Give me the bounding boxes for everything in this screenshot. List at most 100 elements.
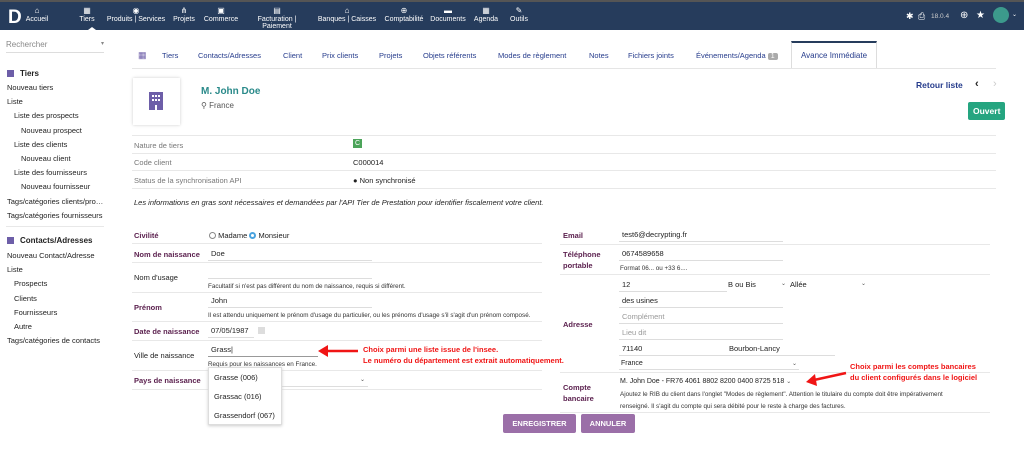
app-logo[interactable]: D — [8, 7, 22, 29]
menu-outils[interactable]: ✎ Outils — [507, 5, 531, 23]
tab-modes-de-r-glement[interactable]: Modes de règlement — [498, 51, 566, 60]
sidebar-item[interactable]: Nouveau client — [21, 154, 107, 163]
nom-naissance-label: Nom de naissance — [134, 250, 200, 259]
nom-naissance-input[interactable]: Doe — [208, 249, 372, 261]
radio-monsieur[interactable] — [249, 232, 257, 239]
country-select[interactable]: France ⌄ — [619, 360, 799, 370]
sidebar-item[interactable]: Nouveau prospect — [21, 126, 107, 135]
tab-label: Contacts/Adresses — [198, 51, 261, 60]
tab-avance-imm-diate[interactable]: Avance Immédiate — [791, 41, 877, 69]
menu-facturation-paiement[interactable]: ▤ Facturation | Paiement — [243, 5, 311, 30]
contact-card-icon — [7, 237, 14, 244]
sidebar-item[interactable]: Autre — [14, 322, 114, 331]
ville-option[interactable]: Grassac (016) — [209, 387, 281, 406]
menu-banques-caisses[interactable]: ⌂ Banques | Caisses — [316, 5, 378, 23]
email-label: Email — [563, 231, 584, 240]
previous-icon[interactable]: ‹ — [975, 78, 979, 90]
nom-usage-input[interactable] — [208, 268, 372, 279]
menu-accueil[interactable]: ⌂ Accueil — [24, 5, 50, 23]
annotation-text: du client configurés dans le logiciel — [850, 373, 978, 382]
menu-documents[interactable]: ▬ Documents — [428, 5, 468, 23]
sidebar-section-tiers[interactable]: Tiers — [7, 69, 107, 78]
chevron-down-icon[interactable]: ⌄ — [1012, 11, 1017, 18]
menu-projets[interactable]: ⋔ Projets — [172, 5, 196, 23]
tab-label: Notes — [589, 51, 609, 60]
lieudit-input[interactable]: Lieu dit — [619, 328, 783, 340]
sidebar-item[interactable]: Fournisseurs — [14, 308, 114, 317]
tel-input[interactable]: 0674589658 — [619, 249, 783, 261]
civilite-label: Civilité — [134, 231, 159, 240]
tab-label: Prix clients — [322, 51, 359, 60]
ville-option[interactable]: Grassendorf (067) — [209, 406, 281, 425]
avatar[interactable] — [993, 7, 1009, 23]
star-icon[interactable]: ★ — [976, 10, 985, 21]
tab-notes[interactable]: Notes — [589, 51, 609, 60]
tab-client[interactable]: Client — [283, 51, 302, 60]
radio-madame[interactable] — [209, 232, 216, 239]
street-number-input[interactable]: 12 — [619, 280, 727, 292]
bank-account-select[interactable]: M. John Doe - FR76 4061 8802 8200 0400 8… — [620, 378, 791, 385]
annotation-text: Le numéro du département est extrait aut… — [363, 356, 564, 365]
complement-input[interactable]: Complément — [619, 312, 783, 324]
tel-help: Format 06... ou +33 6.... — [620, 265, 688, 272]
sidebar-item[interactable]: Nouveau Contact/Adresse — [7, 251, 107, 260]
tab-contacts-adresses[interactable]: Contacts/Adresses — [198, 51, 261, 60]
cube-icon: ◉ — [132, 6, 140, 15]
sidebar-item[interactable]: Liste des fournisseurs — [14, 168, 107, 177]
menu-tiers[interactable]: ▦ Tiers — [75, 5, 99, 23]
sidebar-item[interactable]: Liste des clients — [14, 140, 107, 149]
tab-prix-clients[interactable]: Prix clients — [322, 51, 358, 60]
sidebar-item[interactable]: Liste — [7, 97, 107, 106]
code-value: C000014 — [353, 158, 384, 167]
menu-comptabilit-[interactable]: ⊕ Comptabilité — [383, 5, 425, 23]
ville-option[interactable]: Grasse (006) — [209, 368, 281, 387]
bank-account-value: M. John Doe - FR76 4061 8802 8200 0400 8… — [620, 378, 785, 385]
chevron-down-icon: ⌄ — [786, 379, 792, 385]
tab-objets-r-f-rents[interactable]: Objets référents — [423, 51, 476, 60]
voie-type-select[interactable]: Allée ⌄ — [790, 280, 866, 289]
bis-select[interactable]: B ou Bis ⌄ — [728, 280, 786, 289]
sidebar-item[interactable]: Liste des prospects — [14, 111, 107, 120]
tab-tiers[interactable]: Tiers — [162, 51, 178, 60]
sidebar-item[interactable]: Liste — [7, 265, 107, 274]
sidebar-item[interactable]: Nouveau tiers — [7, 83, 107, 92]
sidebar-item[interactable]: Prospects — [14, 279, 114, 288]
date-input[interactable]: 07/05/1987 — [208, 326, 254, 338]
menu-label: Projets — [173, 16, 195, 23]
tab-fichiers-joints[interactable]: Fichiers joints — [628, 51, 674, 60]
search-input[interactable]: Rechercher ▾ — [6, 40, 104, 53]
cp-ville-input[interactable]: 71140 Bourbon-Lancy — [619, 344, 835, 356]
calendar-icon[interactable] — [258, 327, 265, 334]
next-icon[interactable]: › — [993, 78, 997, 90]
sidebar-item[interactable]: Clients — [14, 294, 114, 303]
back-to-list-link[interactable]: Retour liste — [916, 80, 963, 90]
sidebar-item[interactable]: Tags/catégories de contacts — [7, 336, 107, 345]
tel-label-2: portable — [563, 261, 593, 270]
menu-produits-services[interactable]: ◉ Produits | Services — [104, 5, 168, 23]
radio-monsieur-label[interactable]: Monsieur — [258, 231, 289, 240]
sidebar-section-contacts[interactable]: Contacts/Adresses — [7, 236, 107, 245]
thirdparty-country: ⚲ France — [201, 101, 234, 110]
country-text: France — [209, 101, 234, 110]
sidebar-item[interactable]: Tags/catégories clients/prospects — [7, 197, 107, 206]
sidebar-item[interactable]: Tags/catégories fournisseurs — [7, 211, 107, 220]
building-tab-icon[interactable]: ▦ — [138, 50, 147, 61]
save-button[interactable]: ENREGISTRER — [503, 414, 576, 433]
bug-icon[interactable]: ✱ — [906, 11, 914, 22]
radio-madame-label[interactable]: Madame — [218, 231, 247, 240]
menu-commerce[interactable]: ▣ Commerce — [203, 5, 239, 23]
tab-label: Projets — [379, 51, 403, 60]
plus-circle-icon[interactable]: ⊕ — [960, 10, 968, 21]
printer-icon[interactable]: ⎙ — [918, 11, 925, 22]
tab--v-nements-agenda[interactable]: Événements/Agenda 1 — [696, 51, 778, 60]
menu-agenda[interactable]: ▦ Agenda — [471, 5, 501, 23]
menu-label: Outils — [510, 16, 528, 23]
tab-projets[interactable]: Projets — [379, 51, 402, 60]
prenom-input[interactable]: John — [208, 296, 372, 308]
sidebar-item[interactable]: Nouveau fournisseur — [21, 182, 107, 191]
ville-input[interactable]: Grass| — [208, 345, 318, 357]
cancel-button[interactable]: ANNULER — [581, 414, 635, 433]
email-input[interactable]: test6@decrypting.fr — [619, 230, 783, 242]
street-input[interactable]: des usines — [619, 296, 783, 308]
compte-help: Ajoutez le RIB du client dans l'onglet "… — [620, 391, 943, 398]
